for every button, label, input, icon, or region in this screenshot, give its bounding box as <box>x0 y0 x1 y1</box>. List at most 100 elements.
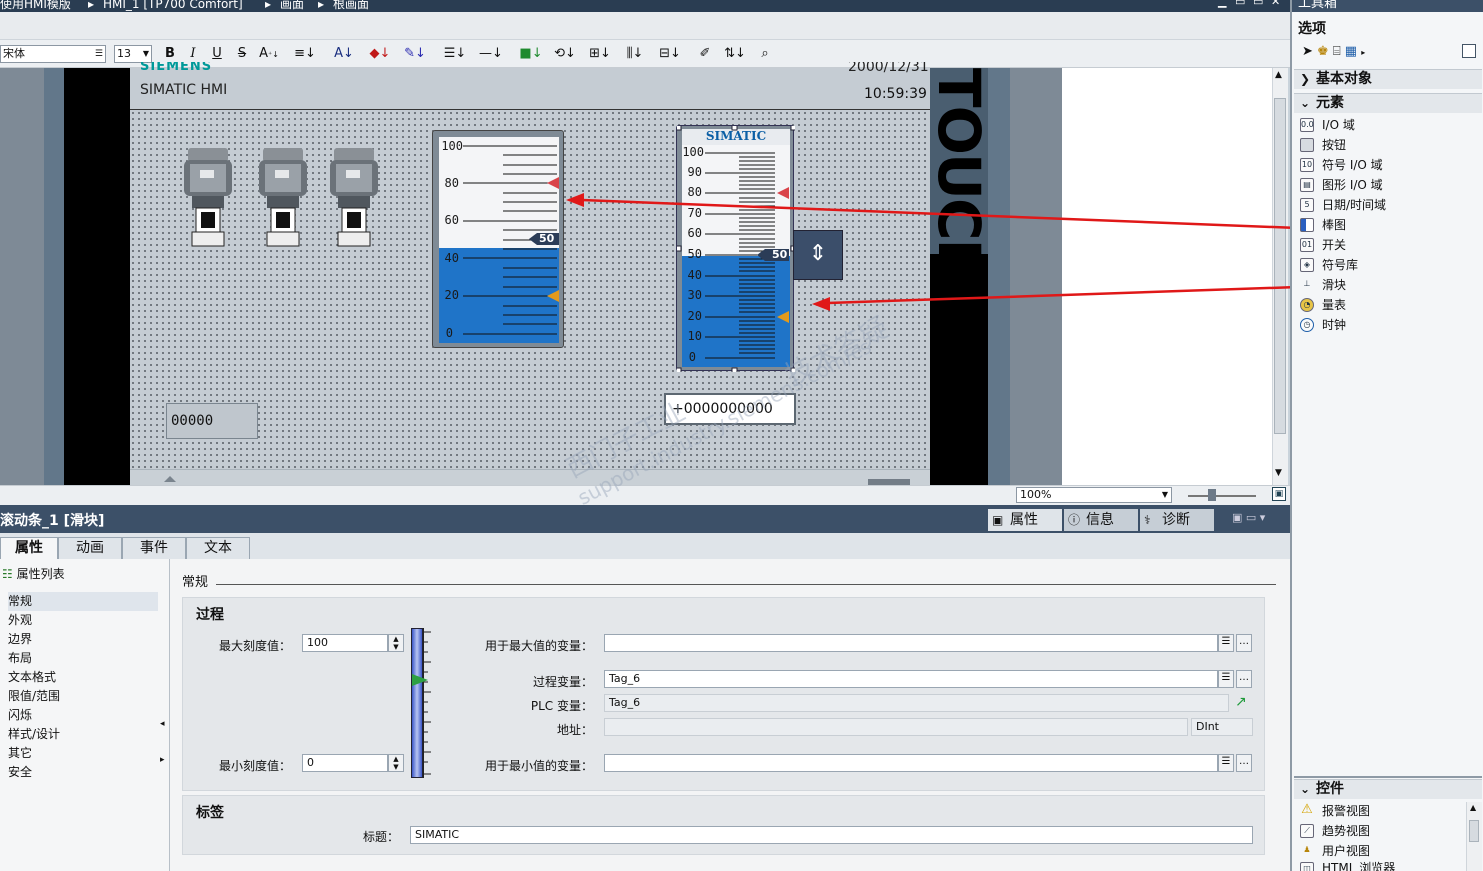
chevron-down-icon: ▼ <box>1161 490 1168 499</box>
toolbox-item-symbolic-io[interactable]: 10 符号 I/O 域 <box>1300 155 1383 175</box>
nav-limits[interactable]: 限值/范围 <box>8 687 60 706</box>
min-var-input[interactable] <box>604 754 1218 772</box>
tab-info[interactable]: ⓘ 信息 <box>1064 509 1138 531</box>
bar-icon <box>1300 218 1314 232</box>
basic-objects-section[interactable]: ❯ 基本对象 <box>1294 69 1482 89</box>
title-label: 标题： <box>362 830 399 844</box>
scrollbar-thumb[interactable] <box>1469 820 1479 842</box>
title-input[interactable]: SIMATIC <box>410 826 1253 844</box>
max-scale-input[interactable]: 100 <box>302 634 388 652</box>
toolbox-item-graphic-io[interactable]: ▤ 图形 I/O 域 <box>1300 175 1383 195</box>
address-label: 地址： <box>556 723 593 737</box>
max-scale-spinner-icon[interactable]: ▲ ▼ <box>388 634 404 652</box>
address-type-field: DInt <box>1191 718 1253 736</box>
toolbox-view-toggle-icon[interactable] <box>1462 44 1476 58</box>
zoom-slider[interactable] <box>1188 495 1256 497</box>
warning-icon: ⚠ <box>1301 802 1313 817</box>
toolbox-item-button[interactable]: 按钮 <box>1300 135 1346 155</box>
property-list: ☷ 属性列表 常规 外观 边界 布局 文本格式 限值/范围 闪烁 样式/设计 其… <box>0 559 170 871</box>
toolbox-options-label: 选项 <box>1298 21 1326 37</box>
list-icon[interactable]: ☰ <box>1218 670 1234 688</box>
tab-diagnostics[interactable]: ⚕ 诊断 <box>1140 509 1214 531</box>
tab-animations[interactable]: 动画 <box>58 537 122 559</box>
info-icon: ⓘ <box>1068 513 1081 527</box>
controls-scrollbar[interactable]: ▲ <box>1466 802 1482 871</box>
nav-appearance[interactable]: 外观 <box>8 611 32 630</box>
io-field-icon: 0.0 <box>1300 118 1314 132</box>
elements-section[interactable]: ⌄ 元素 <box>1294 93 1482 113</box>
zoom-bar: 100% ▼ ▣ <box>0 485 1290 505</box>
nav-text-format[interactable]: 文本格式 <box>8 668 56 687</box>
gauge-icon: ◔ <box>1300 298 1314 312</box>
users-icon: ♟ <box>1303 845 1311 854</box>
zoom-slider-thumb[interactable] <box>1208 489 1216 501</box>
process-var-input[interactable]: Tag_6 <box>604 670 1218 688</box>
library-icon[interactable]: ⌸ <box>1333 44 1341 59</box>
nav-security[interactable]: 安全 <box>8 763 32 782</box>
toolbox-item-switch[interactable]: 01 开关 <box>1300 235 1346 255</box>
diagnostics-icon: ⚕ <box>1144 513 1151 527</box>
tab-properties-right[interactable]: ▣ 属性 <box>988 509 1062 531</box>
fit-view-icon[interactable]: ▣ <box>1272 487 1286 501</box>
group-process: 过程 最大刻度值： 100 ▲ ▼ 最小刻度值： 0 ▲ ▼ 用于最大值的变量： ☰… <box>182 597 1265 791</box>
scale-preview-bar <box>411 628 423 778</box>
properties-tabs: 属性 动画 事件 文本 <box>0 533 1290 559</box>
nav-general[interactable]: 常规 <box>8 592 158 611</box>
toolbox-item-html-browser[interactable]: ◫ HTML 浏览器 <box>1300 861 1395 871</box>
scale-pointer-icon <box>412 674 428 686</box>
clock-icon: ◷ <box>1300 318 1314 332</box>
trend-icon: ⟋ <box>1300 824 1314 838</box>
toolbox-item-clock[interactable]: ◷ 时钟 <box>1300 315 1346 335</box>
list-icon[interactable]: ☰ <box>1218 634 1234 652</box>
scale-preview <box>411 628 439 778</box>
tab-properties[interactable]: 属性 <box>0 537 58 559</box>
chevron-right-icon: ❯ <box>1300 72 1311 86</box>
address-field <box>604 718 1188 736</box>
expand-right-icon[interactable]: ▸ <box>160 755 165 765</box>
toolbox-item-bar[interactable]: 棒图 <box>1300 215 1346 235</box>
scale-preview-ticks <box>423 631 431 775</box>
browse-button[interactable]: … <box>1236 634 1252 652</box>
goto-tag-icon[interactable]: ↗ <box>1235 694 1247 710</box>
nav-border[interactable]: 边界 <box>8 630 32 649</box>
scroll-up-icon[interactable]: ▲ <box>1470 803 1476 812</box>
min-scale-spinner-icon[interactable]: ▲ ▼ <box>388 754 404 772</box>
list-icon: ☷ <box>2 567 13 581</box>
browse-button[interactable]: … <box>1236 670 1252 688</box>
tab-events[interactable]: 事件 <box>122 537 186 559</box>
more-icon[interactable]: ▸ <box>1361 48 1365 57</box>
browse-button[interactable]: … <box>1236 754 1252 772</box>
toolbox-item-slider[interactable]: ⊥ 滑块 <box>1300 275 1347 295</box>
chevron-down-icon: ⌄ <box>1300 96 1311 110</box>
toolbox-item-datetime[interactable]: 5 日期/时间域 <box>1300 195 1386 215</box>
toolbox-panel: 工具箱 选项 ➤ ♚ ⌸ ▦ ▸ ❯ 基本对象 ⌄ 元素 0.0 I/O 域 按钮 1… <box>1290 0 1483 871</box>
group-process-title: 过程 <box>196 607 224 623</box>
max-var-input[interactable] <box>604 634 1218 652</box>
user-icon[interactable]: ♚ <box>1317 44 1329 59</box>
toolbox-splitter[interactable] <box>1294 776 1482 778</box>
toolbox-item-user-view[interactable]: ♟ 用户视图 <box>1300 841 1370 861</box>
toolbox-item-io-field[interactable]: 0.0 I/O 域 <box>1300 115 1355 135</box>
nav-flashing[interactable]: 闪烁 <box>8 706 32 725</box>
min-scale-input[interactable]: 0 <box>302 754 388 772</box>
panel-window-icon[interactable]: ▣ ▭ ▾ <box>1232 511 1265 524</box>
view-icon[interactable]: ▦ <box>1345 44 1357 59</box>
symbolic-io-icon: 10 <box>1300 158 1314 172</box>
list-icon[interactable]: ☰ <box>1218 754 1234 772</box>
controls-section[interactable]: ⌄ 控件 <box>1294 779 1482 799</box>
collapse-left-icon[interactable]: ◂ <box>160 719 165 729</box>
toolbox-item-trend-view[interactable]: ⟋ 趋势视图 <box>1300 821 1370 841</box>
nav-style-design[interactable]: 样式/设计 <box>8 725 60 744</box>
zoom-select[interactable]: 100% ▼ <box>1016 487 1172 503</box>
tab-texts[interactable]: 文本 <box>186 537 250 559</box>
min-var-label: 用于最小值的变量： <box>484 759 593 773</box>
inspector-object-title: 滚动条_1 [滑块] <box>0 513 105 529</box>
toolbox-item-symbol-library[interactable]: ◈ 符号库 <box>1300 255 1358 275</box>
property-content: 常规 过程 最大刻度值： 100 ▲ ▼ 最小刻度值： 0 ▲ ▼ 用于最大值的变量… <box>170 559 1290 871</box>
pointer-icon[interactable]: ➤ <box>1302 44 1313 59</box>
nav-misc[interactable]: 其它 <box>8 744 32 763</box>
nav-layout[interactable]: 布局 <box>8 649 32 668</box>
section-general-title: 常规 <box>182 575 209 590</box>
toolbox-item-alarm-view[interactable]: ⚠ 报警视图 <box>1300 801 1370 821</box>
toolbox-item-gauge[interactable]: ◔ 量表 <box>1300 295 1346 315</box>
